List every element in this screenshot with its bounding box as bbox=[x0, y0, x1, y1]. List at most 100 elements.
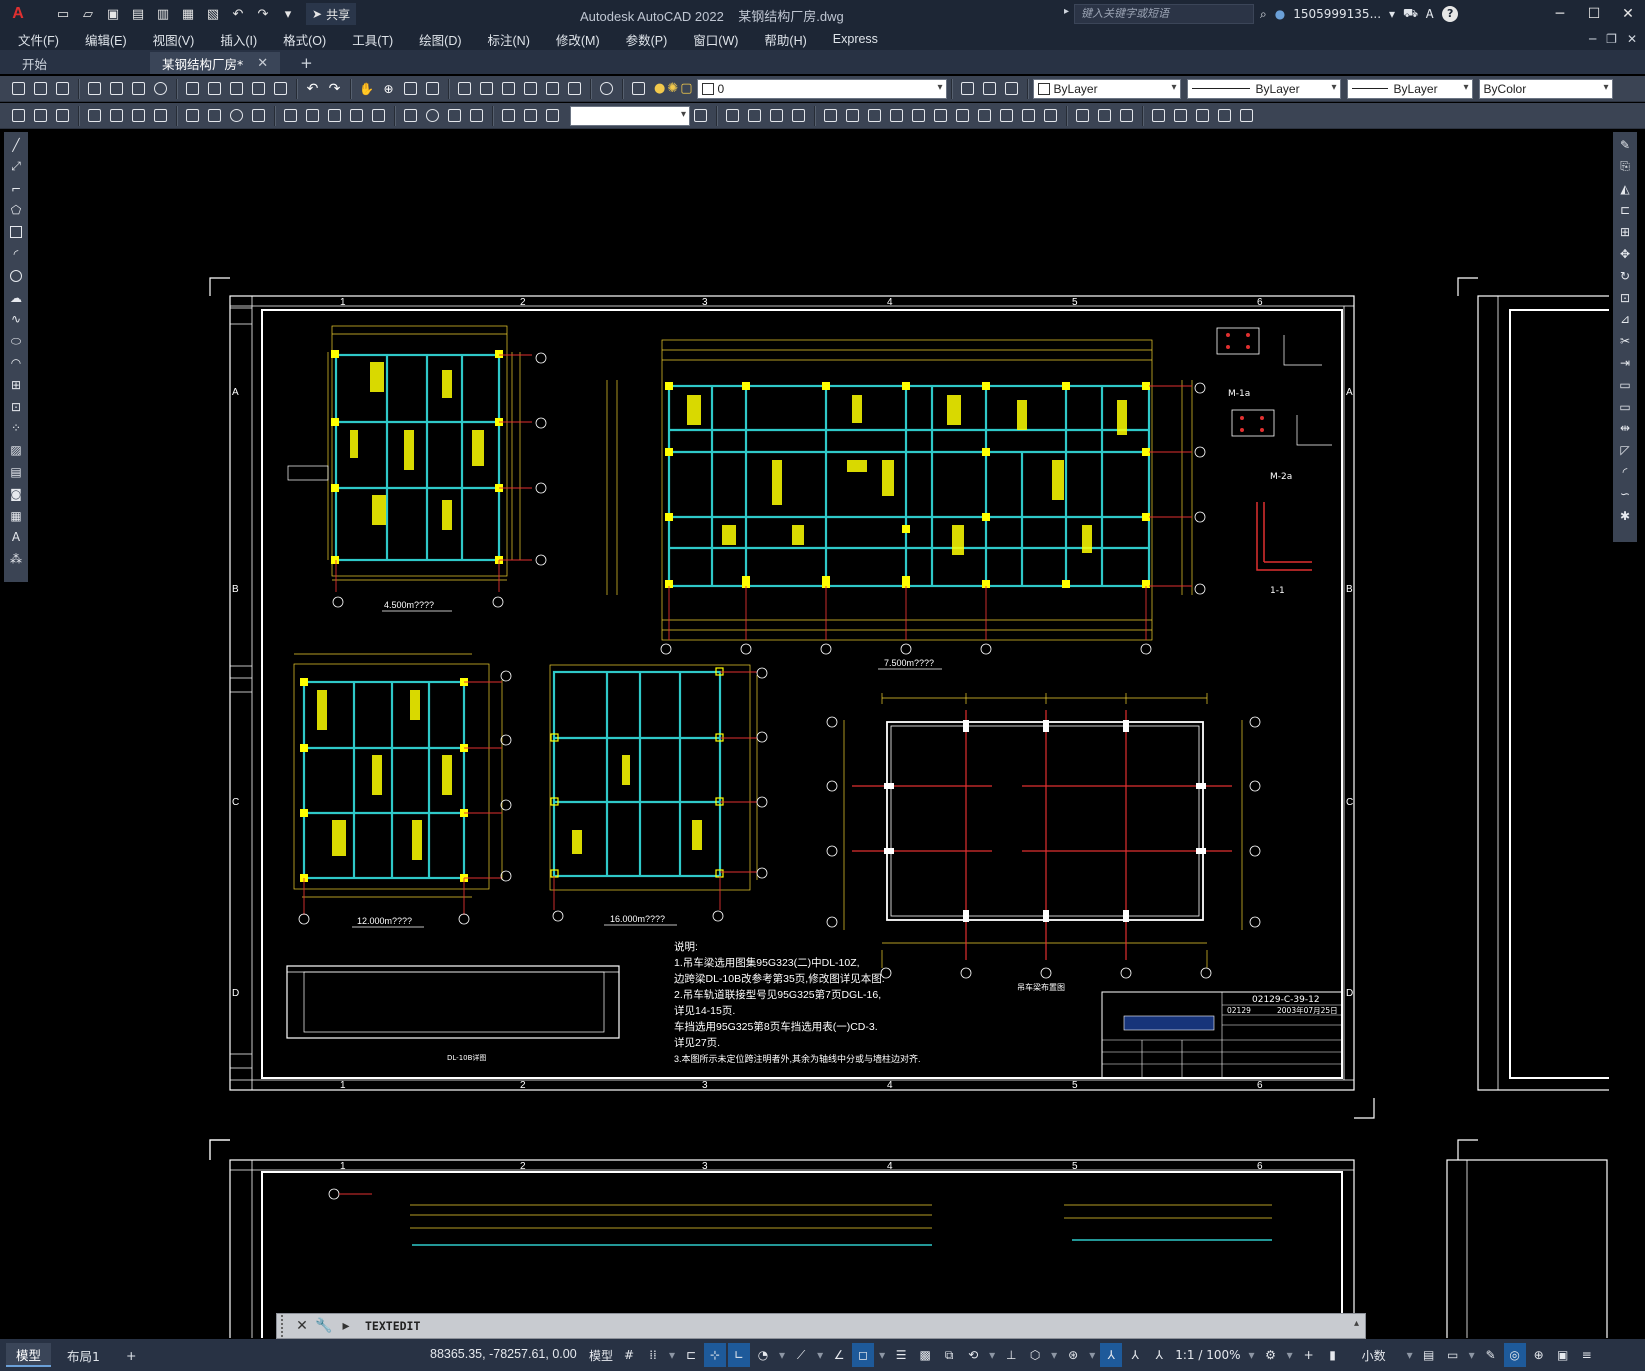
save-icon[interactable]: ▣ bbox=[102, 4, 124, 24]
make-block-icon[interactable]: ⊡ bbox=[7, 398, 25, 416]
copy-object-icon[interactable] bbox=[744, 105, 765, 126]
object-snap-icon[interactable]: ◻ bbox=[852, 1343, 875, 1367]
lineweight-icon[interactable]: ☰ bbox=[890, 1343, 912, 1367]
construction-line-icon[interactable]: ⤢ bbox=[7, 158, 25, 176]
auto-scale-icon[interactable]: ⅄ bbox=[1124, 1343, 1146, 1367]
design-center-icon[interactable] bbox=[476, 78, 497, 99]
plan-4500[interactable]: 4.500m???? bbox=[287, 325, 547, 612]
copy-icon[interactable] bbox=[204, 78, 225, 99]
coordinate-readout[interactable]: 88365.35, -78257.61, 0.00 bbox=[430, 1347, 577, 1361]
close-tab-icon[interactable]: ✕ bbox=[257, 56, 268, 71]
plan-12000[interactable]: 12.000m???? bbox=[293, 653, 512, 928]
undo-icon[interactable]: ↶ bbox=[227, 4, 249, 24]
command-grip-handle[interactable] bbox=[281, 1315, 291, 1337]
table-icon[interactable]: ▦ bbox=[7, 507, 25, 525]
plan-7500[interactable]: 7.500m???? bbox=[606, 339, 1206, 670]
linetype-dropdown[interactable]: ByLayer ▾ bbox=[1186, 78, 1341, 99]
offset-icon[interactable]: ⊏ bbox=[1616, 201, 1634, 219]
polar-tracking-icon[interactable]: ◔ bbox=[752, 1343, 774, 1367]
units-value[interactable]: 小数 bbox=[1346, 1343, 1402, 1367]
extend-icon[interactable] bbox=[952, 105, 973, 126]
spline-icon[interactable]: ∿ bbox=[7, 310, 25, 328]
properties-icon[interactable] bbox=[454, 78, 475, 99]
new-file-icon[interactable]: ▭ bbox=[52, 4, 74, 24]
diameter-dim-icon[interactable] bbox=[226, 105, 247, 126]
offset-icon[interactable] bbox=[788, 105, 809, 126]
layer-state-manager-icon[interactable] bbox=[1001, 78, 1022, 99]
explode-icon[interactable]: ✱ bbox=[1616, 507, 1634, 525]
quickcalc-icon[interactable] bbox=[564, 78, 585, 99]
trim-icon[interactable]: ✂ bbox=[1616, 332, 1634, 350]
erase-icon[interactable] bbox=[722, 105, 743, 126]
menu-format[interactable]: 格式(O) bbox=[283, 30, 326, 49]
ellipse-icon[interactable]: ⬭ bbox=[7, 332, 25, 350]
gizmo-icon[interactable]: ⊛ bbox=[1062, 1343, 1084, 1367]
move-icon[interactable] bbox=[842, 105, 863, 126]
menu-view[interactable]: 视图(V) bbox=[153, 30, 195, 49]
tool-palettes-icon[interactable] bbox=[498, 78, 519, 99]
menu-file[interactable]: 文件(F) bbox=[18, 30, 59, 49]
ellipse-arc-icon[interactable]: ◠ bbox=[7, 354, 25, 372]
sheet-set-icon[interactable] bbox=[520, 78, 541, 99]
add-layout-button[interactable]: + bbox=[116, 1343, 146, 1367]
jogged-linear-icon[interactable] bbox=[466, 105, 487, 126]
publish-icon[interactable] bbox=[128, 78, 149, 99]
tab-drawing[interactable]: 某钢结构厂房* ✕ bbox=[150, 52, 281, 74]
hatch-icon[interactable] bbox=[1214, 105, 1235, 126]
tolerance-icon[interactable] bbox=[400, 105, 421, 126]
cut-icon[interactable] bbox=[182, 78, 203, 99]
menu-express[interactable]: Express bbox=[833, 32, 878, 46]
erase-icon[interactable]: ✎ bbox=[1616, 136, 1634, 154]
point-icon[interactable]: ⁘ bbox=[7, 419, 25, 437]
clean-screen-icon[interactable]: ▣ bbox=[1552, 1343, 1574, 1367]
color-dropdown[interactable]: ByLayer ▾ bbox=[1032, 78, 1181, 99]
extend-icon[interactable]: ⇥ bbox=[1616, 354, 1634, 372]
annotation-monitor-icon[interactable]: + bbox=[1298, 1343, 1320, 1367]
menu-modify[interactable]: 修改(M) bbox=[556, 30, 600, 49]
region-icon[interactable]: ◙ bbox=[7, 485, 25, 503]
plate-details[interactable]: M-1a M-2a 1-1 bbox=[1216, 327, 1332, 596]
jogged-dim-icon[interactable] bbox=[204, 105, 225, 126]
multiline-text-icon[interactable]: A bbox=[7, 528, 25, 546]
command-prompt[interactable]: TEXTEDIT bbox=[365, 1319, 420, 1333]
gradient-icon[interactable]: ▤ bbox=[7, 463, 25, 481]
explode-icon[interactable] bbox=[1072, 105, 1093, 126]
isolate-objects-icon[interactable]: ✎ bbox=[1480, 1343, 1502, 1367]
annotation-scale-value[interactable]: 1:1 / 100% bbox=[1172, 1343, 1243, 1367]
dimtedit-icon[interactable] bbox=[520, 105, 541, 126]
plot-icon[interactable] bbox=[84, 78, 105, 99]
menu-edit[interactable]: 编辑(E) bbox=[85, 30, 127, 49]
markup-icon[interactable] bbox=[542, 78, 563, 99]
command-line[interactable]: ✕ 🔧 ▸ TEXTEDIT ▴ bbox=[276, 1313, 1366, 1339]
new-tab-button[interactable]: + bbox=[294, 52, 319, 74]
quick-properties-icon[interactable]: ▤ bbox=[1418, 1343, 1440, 1367]
dynamic-input-icon[interactable]: ⊹ bbox=[704, 1343, 727, 1367]
new-icon[interactable] bbox=[8, 78, 29, 99]
match-properties-icon[interactable] bbox=[248, 78, 269, 99]
user-icon[interactable]: ● bbox=[1275, 7, 1285, 21]
join-icon[interactable]: ⇹ bbox=[1616, 419, 1634, 437]
make-current-icon[interactable] bbox=[957, 78, 978, 99]
join-icon[interactable] bbox=[996, 105, 1017, 126]
selection-cycling-icon[interactable]: ⧉ bbox=[938, 1343, 960, 1367]
model-space-button[interactable]: 模型 bbox=[586, 1343, 616, 1367]
layer-state-icons[interactable]: ● ✺ ▢ bbox=[654, 81, 693, 96]
lock-icon[interactable]: ▢ bbox=[680, 81, 692, 96]
object-snap-tracking-icon[interactable]: ∠ bbox=[828, 1343, 850, 1367]
hardware-acceleration-icon[interactable]: ◎ bbox=[1503, 1343, 1526, 1367]
redo-icon[interactable]: ↷ bbox=[252, 4, 274, 24]
ordinate-dim-icon[interactable] bbox=[150, 105, 171, 126]
polyline-icon[interactable]: ⌐ bbox=[7, 180, 25, 198]
circle-icon[interactable] bbox=[7, 267, 25, 285]
chamfer-icon[interactable] bbox=[1018, 105, 1039, 126]
recent-commands-icon[interactable]: ▸ bbox=[335, 1318, 357, 1334]
dim-break-icon[interactable] bbox=[368, 105, 389, 126]
doc-minimize-icon[interactable]: ─ bbox=[1589, 32, 1596, 46]
open-icon[interactable] bbox=[30, 78, 51, 99]
zoom-realtime-icon[interactable]: ⊕ bbox=[378, 78, 399, 99]
aligned-dim-icon[interactable] bbox=[106, 105, 127, 126]
save-icon[interactable] bbox=[52, 78, 73, 99]
menu-dimension[interactable]: 标注(N) bbox=[488, 30, 530, 49]
menu-parametric[interactable]: 参数(P) bbox=[626, 30, 668, 49]
infer-constraints-icon[interactable]: ⊏ bbox=[680, 1343, 702, 1367]
